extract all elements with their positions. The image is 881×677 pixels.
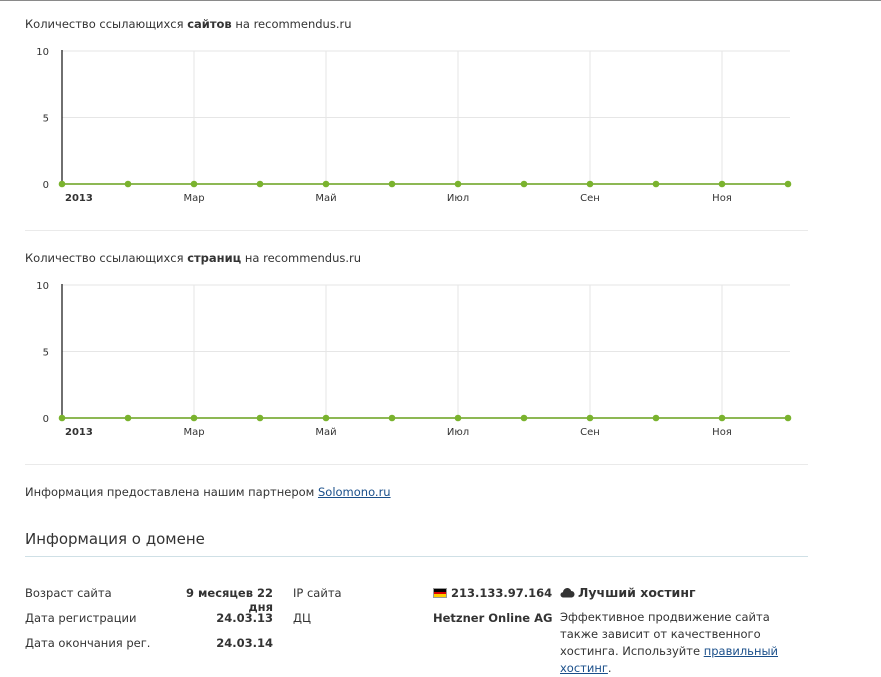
separator — [25, 230, 808, 231]
referring-pages-chart: 0 5 10 2013 Мар Май Июл Сен Ноя — [36, 281, 792, 438]
chart-title-sites: Количество ссылающихся сайтов на recomme… — [25, 17, 352, 31]
data-point[interactable] — [520, 414, 528, 422]
data-point[interactable] — [652, 180, 660, 188]
x-tick-label: Сен — [580, 427, 600, 438]
data-point[interactable] — [256, 414, 264, 422]
x-tick-label: Май — [315, 427, 336, 438]
section-divider — [25, 556, 808, 557]
data-point[interactable] — [784, 414, 792, 422]
solomono-link[interactable]: Solomono.ru — [318, 485, 391, 499]
data-point[interactable] — [784, 180, 792, 188]
expiry-date-label: Дата окончания рег. — [25, 636, 151, 650]
registration-date-value: 24.03.13 — [216, 611, 273, 625]
y-tick-label: 10 — [36, 281, 49, 292]
top-border — [0, 0, 881, 1]
ip-value: 213.133.97.164 — [433, 586, 552, 600]
data-point[interactable] — [58, 180, 66, 188]
site-age-value: 9 месяцев 22 дня — [185, 586, 273, 614]
x-tick-label: Сен — [580, 193, 600, 204]
cloud-icon — [560, 588, 575, 598]
registration-date-label: Дата регистрации — [25, 611, 137, 625]
x-tick-label: Июл — [447, 427, 469, 438]
expiry-date-value: 24.03.14 — [216, 636, 273, 650]
data-point[interactable] — [586, 180, 594, 188]
data-point[interactable] — [190, 414, 198, 422]
data-point[interactable] — [652, 414, 660, 422]
referring-sites-chart: 0 5 10 2013 Мар Май Июл Сен Ноя — [36, 47, 792, 204]
y-tick-label: 10 — [36, 47, 49, 58]
datacenter-label: ДЦ — [293, 611, 311, 625]
data-point[interactable] — [520, 180, 528, 188]
x-tick-label: Май — [315, 193, 336, 204]
data-point[interactable] — [586, 414, 594, 422]
site-age-label: Возраст сайта — [25, 586, 112, 600]
data-point[interactable] — [58, 414, 66, 422]
x-tick-label: 2013 — [65, 193, 93, 204]
data-point[interactable] — [256, 180, 264, 188]
x-tick-label: Ноя — [712, 193, 732, 204]
y-tick-label: 0 — [43, 180, 49, 191]
data-point[interactable] — [190, 180, 198, 188]
x-tick-label: 2013 — [65, 427, 93, 438]
x-tick-label: Июл — [447, 193, 469, 204]
data-point[interactable] — [454, 414, 462, 422]
y-tick-label: 5 — [43, 348, 49, 359]
y-tick-label: 0 — [43, 414, 49, 425]
data-point[interactable] — [388, 180, 396, 188]
data-point[interactable] — [124, 414, 132, 422]
data-point[interactable] — [718, 414, 726, 422]
y-tick-label: 5 — [43, 114, 49, 125]
x-tick-label: Мар — [183, 193, 204, 204]
chart-title-pages: Количество ссылающихся страниц на recomm… — [25, 251, 362, 265]
data-point[interactable] — [322, 180, 330, 188]
data-point[interactable] — [388, 414, 396, 422]
germany-flag-icon — [433, 588, 447, 598]
hosting-description: Эффективное продвижение сайта также зави… — [560, 610, 779, 675]
datacenter-value: Hetzner Online AG — [433, 611, 553, 625]
data-point[interactable] — [718, 180, 726, 188]
separator — [25, 464, 808, 465]
x-tick-label: Мар — [183, 427, 204, 438]
data-point[interactable] — [322, 414, 330, 422]
data-point[interactable] — [124, 180, 132, 188]
domain-info-title: Информация о домене — [25, 530, 205, 548]
data-point[interactable] — [454, 180, 462, 188]
x-tick-label: Ноя — [712, 427, 732, 438]
best-hosting-title: Лучший хостинг — [560, 585, 696, 600]
partner-credit: Информация предоставлена нашим партнером… — [25, 485, 391, 499]
ip-label: IP сайта — [293, 586, 342, 600]
